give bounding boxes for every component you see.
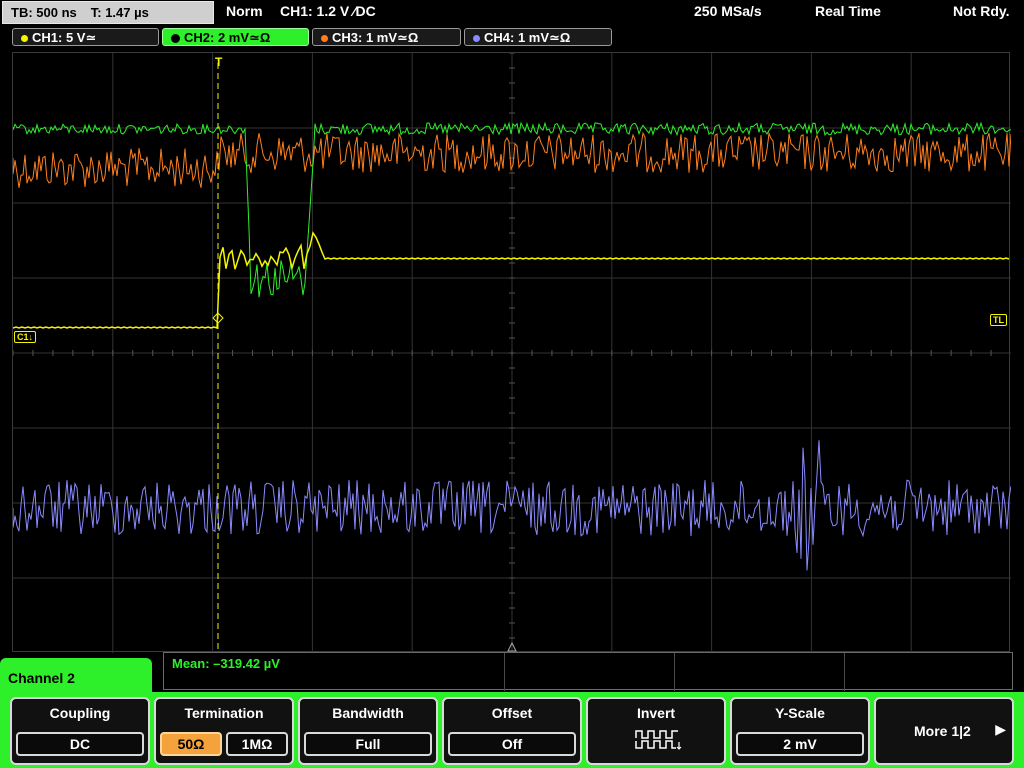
run-status: Not Rdy.: [953, 3, 1010, 19]
ch1-reference-marker[interactable]: C1↓: [14, 331, 37, 343]
mean-measurement: Mean: –319.42 µV: [172, 656, 280, 671]
ch2-color-dot: [171, 33, 180, 43]
tab-ch1[interactable]: CH1: 5 V≃: [12, 28, 159, 46]
coupling-softkey[interactable]: Coupling DC: [10, 697, 150, 765]
invert-softkey[interactable]: Invert: [586, 697, 726, 765]
tab-ch3-label: CH3: 1 mV≃Ω: [332, 30, 419, 45]
bandwidth-softkey[interactable]: Bandwidth Full: [298, 697, 438, 765]
ch4-color-dot: [473, 34, 480, 42]
bandwidth-value[interactable]: Full: [304, 732, 432, 756]
tab-ch2-label: CH2: 2 mV≃Ω: [184, 30, 271, 45]
tab-ch2[interactable]: CH2: 2 mV≃Ω: [162, 28, 309, 46]
offset-value[interactable]: Off: [448, 732, 576, 756]
tab-ch4[interactable]: CH4: 1 mV≃Ω: [464, 28, 612, 46]
trigger-mode[interactable]: Norm: [226, 3, 263, 19]
trigger-position-marker[interactable]: T: [213, 56, 224, 68]
tab-ch3[interactable]: CH3: 1 mV≃Ω: [312, 28, 461, 46]
invert-title: Invert: [636, 705, 676, 721]
waveform-svg: [13, 53, 1011, 653]
ch3-color-dot: [321, 34, 328, 42]
yscale-value[interactable]: 2 mV: [736, 732, 864, 756]
chevron-right-icon: ▶: [995, 721, 1006, 737]
tab-ch4-label: CH4: 1 mV≃Ω: [484, 30, 571, 45]
offset-softkey[interactable]: Offset Off: [442, 697, 582, 765]
meas-divider: [504, 653, 505, 691]
bandwidth-title: Bandwidth: [332, 705, 404, 721]
termination-softkey[interactable]: Termination 50Ω 1MΩ: [154, 697, 294, 765]
more-label: More 1|2: [914, 723, 971, 739]
trigger-source[interactable]: CH1: 1.2 V ∕DC: [280, 3, 376, 19]
trigger-level-marker[interactable]: TL: [990, 314, 1007, 326]
ch1-color-dot: [21, 34, 28, 42]
ch1-waveform: [13, 231, 1010, 330]
coupling-title: Coupling: [49, 705, 111, 721]
timebase-box[interactable]: TB: 500 ns T: 1.47 µs: [2, 1, 214, 24]
termination-1mohm-option[interactable]: 1MΩ: [226, 732, 288, 756]
status-bar: TB: 500 ns T: 1.47 µs Norm CH1: 1.2 V ∕DC…: [0, 0, 1024, 24]
channel-menu-label: Channel 2: [8, 670, 75, 686]
waveform-display[interactable]: C1↓ TL T: [12, 52, 1011, 653]
yscale-softkey[interactable]: Y-Scale 2 mV: [730, 697, 870, 765]
termination-50ohm-option[interactable]: 50Ω: [160, 732, 222, 756]
tab-ch1-label: CH1: 5 V≃: [32, 30, 97, 45]
acquisition-mode: Real Time: [815, 3, 881, 19]
invert-waveform-icon: [635, 730, 682, 750]
trigger-time-value: T: 1.47 µs: [90, 5, 149, 20]
sample-rate: 250 MSa/s: [694, 3, 762, 19]
termination-title: Termination: [184, 705, 264, 721]
coupling-value[interactable]: DC: [16, 732, 144, 756]
offset-title: Offset: [491, 705, 533, 721]
measurement-panel: Mean: –319.42 µV: [163, 652, 1013, 691]
more-softkey[interactable]: More 1|2 ▶: [874, 697, 1014, 765]
meas-divider: [844, 653, 845, 691]
yscale-title: Y-Scale: [775, 705, 825, 721]
meas-divider: [674, 653, 675, 691]
timebase-value: TB: 500 ns: [11, 5, 77, 20]
